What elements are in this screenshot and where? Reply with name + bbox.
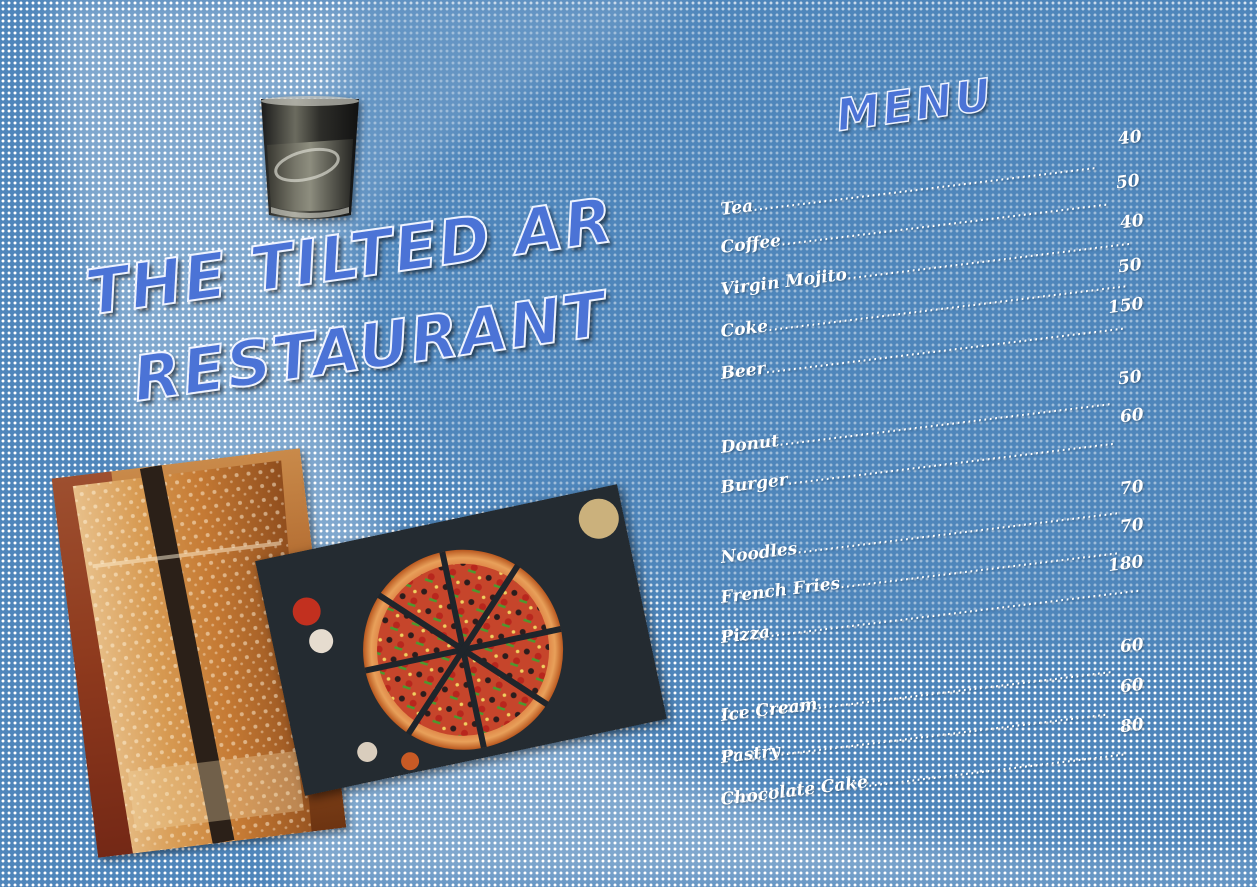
menu-item-price: 50 xyxy=(1116,366,1143,390)
menu-item-name: Chocolate Cake xyxy=(719,772,870,810)
menu-item-name: Ice Cream xyxy=(719,694,819,726)
menu-item-price: 60 xyxy=(1118,404,1145,428)
menu-item-price: 40 xyxy=(1116,126,1143,150)
menu-item-name: French Fries xyxy=(719,573,842,608)
menu-item-price: 70 xyxy=(1118,476,1145,500)
menu-item-name: Burger xyxy=(719,469,789,498)
menu-item-price: 60 xyxy=(1118,634,1145,658)
restaurant-title: THE TILTED AR RESTAURANT xyxy=(70,182,630,460)
menu-item-price: 70 xyxy=(1118,514,1145,538)
menu-item-name: Tea xyxy=(719,196,755,220)
menu-item-name: Donut xyxy=(719,431,781,458)
menu-list: Tea.....................................… xyxy=(700,0,1200,887)
menu-item-name: Virgin Mojito xyxy=(719,264,848,300)
menu-item-price: 60 xyxy=(1118,674,1145,698)
menu-item-price: 150 xyxy=(1106,293,1145,319)
menu-item-name: Coffee xyxy=(719,230,783,258)
menu-item-name: Noodles xyxy=(719,538,799,568)
menu-item-price: 40 xyxy=(1118,210,1145,234)
menu-item-name: Coke xyxy=(719,316,770,342)
menu-item-name: Pastry xyxy=(719,740,782,768)
menu-item-price: 50 xyxy=(1116,254,1143,278)
menu-item-name: Beer xyxy=(719,358,767,384)
menu-item-name: Pizza xyxy=(719,622,772,648)
menu-item-price: 50 xyxy=(1114,170,1141,194)
menu-item-price: 80 xyxy=(1118,714,1145,738)
menu-item-price: 180 xyxy=(1106,551,1145,577)
